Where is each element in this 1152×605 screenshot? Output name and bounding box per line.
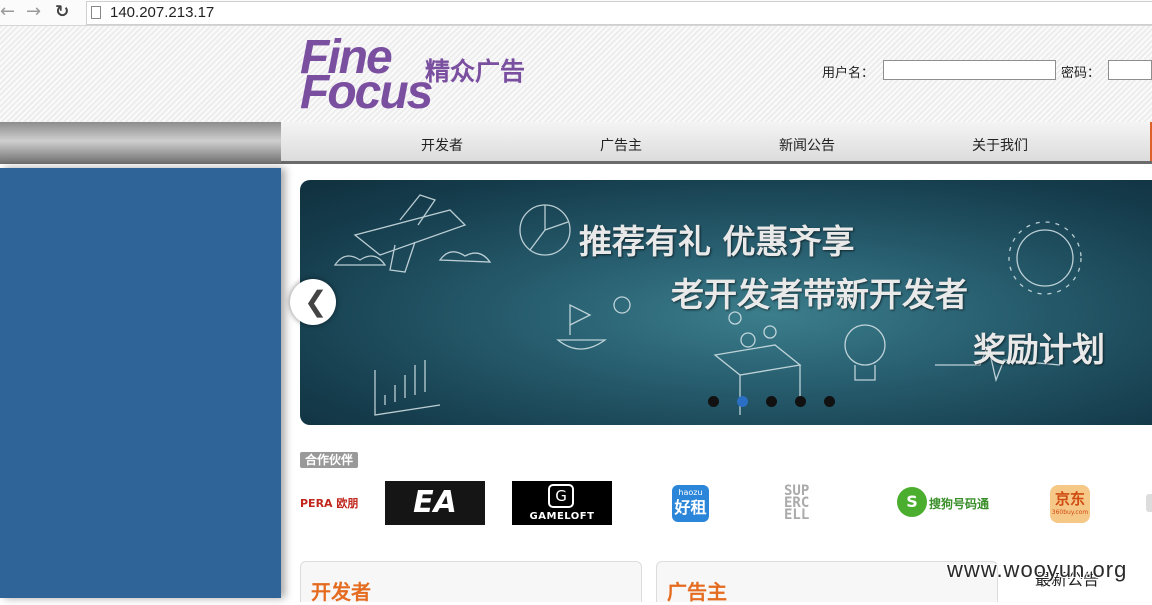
forward-arrow-icon[interactable]: → — [26, 2, 41, 22]
carousel-dot[interactable] — [766, 396, 777, 407]
partner-next-cutoff[interactable] — [1146, 494, 1152, 512]
plane-doodle — [333, 194, 492, 273]
haozu-chinese: 好租 — [674, 498, 707, 517]
carousel-dot-active[interactable] — [737, 396, 748, 407]
logo-chinese: 精众广告 — [425, 57, 526, 86]
back-arrow-icon[interactable]: ← — [0, 2, 15, 22]
ship-doodle — [556, 296, 631, 350]
partner-jd[interactable]: 京东 360buy.com — [1050, 485, 1090, 523]
password-label: 密码： — [1061, 66, 1101, 81]
page-icon — [91, 6, 101, 19]
left-sidebar — [0, 168, 281, 598]
nav-item-advertiser[interactable]: 广告主 — [600, 135, 642, 155]
banner-headline-2: 老开发者带新开发者 — [671, 275, 968, 314]
gameloft-label: GAMELOFT — [529, 511, 595, 522]
username-label: 用户名： — [822, 66, 875, 81]
username-input[interactable] — [883, 60, 1056, 80]
developer-panel: 开发者 — [300, 561, 642, 605]
partner-supercell[interactable]: SUP ERC ELL — [784, 484, 829, 522]
sogou-logo-icon: S — [897, 487, 927, 517]
address-bar[interactable]: 140.207.213.17 — [86, 1, 1152, 25]
promo-banner[interactable]: 推荐有礼 优惠齐享 老开发者带新开发者 奖励计划 — [300, 180, 1152, 425]
nav-item-about[interactable]: 关于我们 — [972, 135, 1028, 155]
box-bulbs-doodle — [713, 311, 802, 415]
partner-ea[interactable]: EA — [385, 481, 485, 525]
chevron-left-icon: ❮ — [304, 285, 328, 318]
pie-doodle — [519, 204, 571, 256]
developer-panel-title[interactable]: 开发者 — [311, 576, 371, 605]
logo-line2: Focus — [300, 66, 433, 119]
carousel-dot[interactable] — [708, 396, 719, 407]
site-header: Fine Focus 精众广告 用户名： 密码： — [0, 26, 1152, 122]
carousel-prev-button[interactable]: ❮ — [290, 279, 336, 325]
nav-item-developer[interactable]: 开发者 — [421, 135, 463, 155]
sogou-label: 搜狗号码通 — [929, 497, 990, 511]
nav-item-news[interactable]: 新闻公告 — [779, 135, 835, 155]
banner-headline-1: 推荐有礼 优惠齐享 — [579, 222, 855, 261]
gameloft-logo-icon: G — [548, 484, 574, 508]
jd-chinese: 京东 — [1054, 490, 1085, 508]
partner-haozu[interactable]: haozu 好租 — [672, 485, 709, 522]
growth-chart-doodle — [374, 360, 441, 416]
nav-left-band — [0, 122, 281, 164]
advertiser-panel-title[interactable]: 广告主 — [667, 576, 727, 605]
partner-opera[interactable]: PERA 欧朋 — [300, 495, 358, 511]
partner-gameloft[interactable]: G GAMELOFT — [512, 481, 612, 525]
partners-heading: 合作伙伴 — [300, 452, 358, 468]
site-logo[interactable]: Fine Focus 精众广告 — [300, 34, 540, 119]
watermark: www.wooyun.org — [947, 557, 1128, 582]
carousel-dot[interactable] — [824, 396, 835, 407]
carousel-dot[interactable] — [795, 396, 806, 407]
password-input[interactable] — [1108, 60, 1152, 80]
url-text: 140.207.213.17 — [110, 4, 215, 21]
bulb-doodle — [844, 324, 886, 381]
jd-domain: 360buy.com — [1051, 509, 1089, 516]
banner-headline-3: 奖励计划 — [973, 330, 1105, 369]
browser-toolbar: ← → ↻ 140.207.213.17 — [0, 0, 1152, 26]
money-ring-doodle — [1008, 221, 1082, 295]
reload-icon[interactable]: ↻ — [55, 2, 69, 22]
main-nav: 开发者 广告主 新闻公告 关于我们 — [281, 122, 1152, 164]
